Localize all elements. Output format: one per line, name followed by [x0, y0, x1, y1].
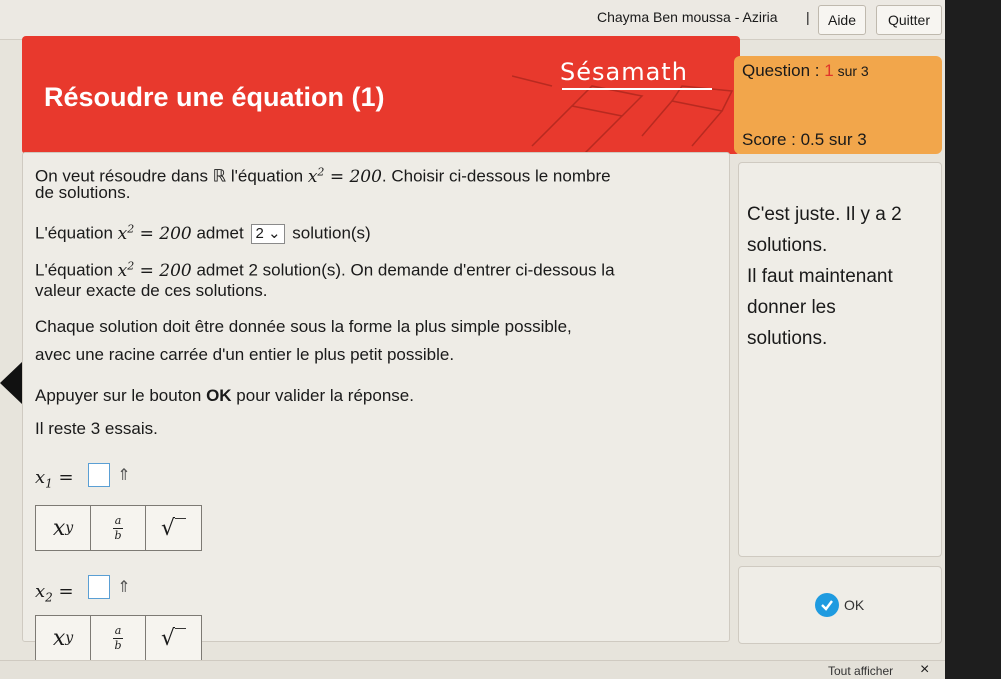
x1-label: x1 =: [35, 467, 74, 491]
check-icon: [815, 593, 839, 617]
chevron-down-icon: ⌄: [267, 225, 281, 243]
x2-expand-icon[interactable]: ⇑: [113, 575, 135, 599]
power-button[interactable]: xy: [36, 506, 91, 550]
question-panel: Question : 1 sur 3 Score : 0.5 sur 3: [734, 56, 942, 154]
intro-line-2: de solutions.: [35, 183, 131, 202]
separator: |: [806, 9, 810, 25]
question-total: sur 3: [833, 63, 869, 79]
x1-math-toolbar: xy ab √‾: [35, 505, 202, 551]
equation: x2 = 200: [117, 259, 192, 281]
instruction-2: avec une racine carrée d'un entier le pl…: [35, 345, 455, 364]
question-counter: Question : 1 sur 3: [742, 61, 869, 80]
admet-line-3: valeur exacte de ces solutions.: [35, 281, 268, 300]
screen-edge: [945, 0, 1001, 679]
question-current: 1: [824, 61, 834, 80]
ok-panel: OK: [738, 566, 942, 644]
exercise-panel: On veut résoudre dans ℝ l'équation x2 = …: [22, 152, 730, 661]
top-bar: Chayma Ben moussa - Aziria | Aide Quitte…: [0, 0, 1001, 40]
ok-button[interactable]: OK: [815, 591, 875, 619]
logo-underline: [562, 88, 712, 90]
sesamath-logo: Sésamath: [560, 58, 688, 86]
power-button[interactable]: xy: [36, 616, 91, 660]
score-text: Score : 0.5 sur 3: [742, 130, 867, 149]
x2-label: x2 =: [35, 581, 74, 605]
ok-instruction: Appuyer sur le bouton OK pour valider la…: [35, 386, 414, 405]
solution-count-select[interactable]: 2 ⌄: [251, 224, 285, 245]
fraction-button[interactable]: ab: [91, 506, 146, 550]
feedback-panel: C'est juste. Il y a 2 solutions. Il faut…: [738, 162, 942, 557]
x2-input[interactable]: [88, 575, 110, 599]
tout-afficher-link[interactable]: Tout afficher: [828, 664, 893, 678]
close-icon[interactable]: ×: [920, 661, 929, 679]
exercise-header: Résoudre une équation (1) Sésamath: [22, 36, 740, 154]
equation: x2 = 200: [117, 222, 192, 244]
instruction-1: Chaque solution doit être donnée sous la…: [35, 317, 572, 336]
equation: x2 = 200: [307, 165, 382, 187]
x1-input[interactable]: [88, 463, 110, 487]
sqrt-button[interactable]: √‾: [146, 506, 201, 550]
admet-line: L'équation x2 = 200 admet 2 ⌄ solution(s…: [35, 222, 371, 245]
user-name: Chayma Ben moussa - Aziria: [597, 9, 778, 25]
page-title: Résoudre une équation (1): [44, 82, 385, 112]
x1-expand-icon[interactable]: ⇑: [113, 463, 135, 487]
feedback-text: C'est juste. Il y a 2 solutions. Il faut…: [747, 204, 902, 349]
quitter-button[interactable]: Quitter: [876, 5, 942, 35]
x2-math-toolbar: xy ab √‾: [35, 615, 202, 661]
fraction-button[interactable]: ab: [91, 616, 146, 660]
footer-bar: Tout afficher ×: [0, 660, 945, 679]
essais-remaining: Il reste 3 essais.: [35, 419, 158, 438]
aide-button[interactable]: Aide: [818, 5, 866, 35]
collapse-left-icon[interactable]: [0, 362, 22, 404]
sqrt-button[interactable]: √‾: [146, 616, 201, 660]
